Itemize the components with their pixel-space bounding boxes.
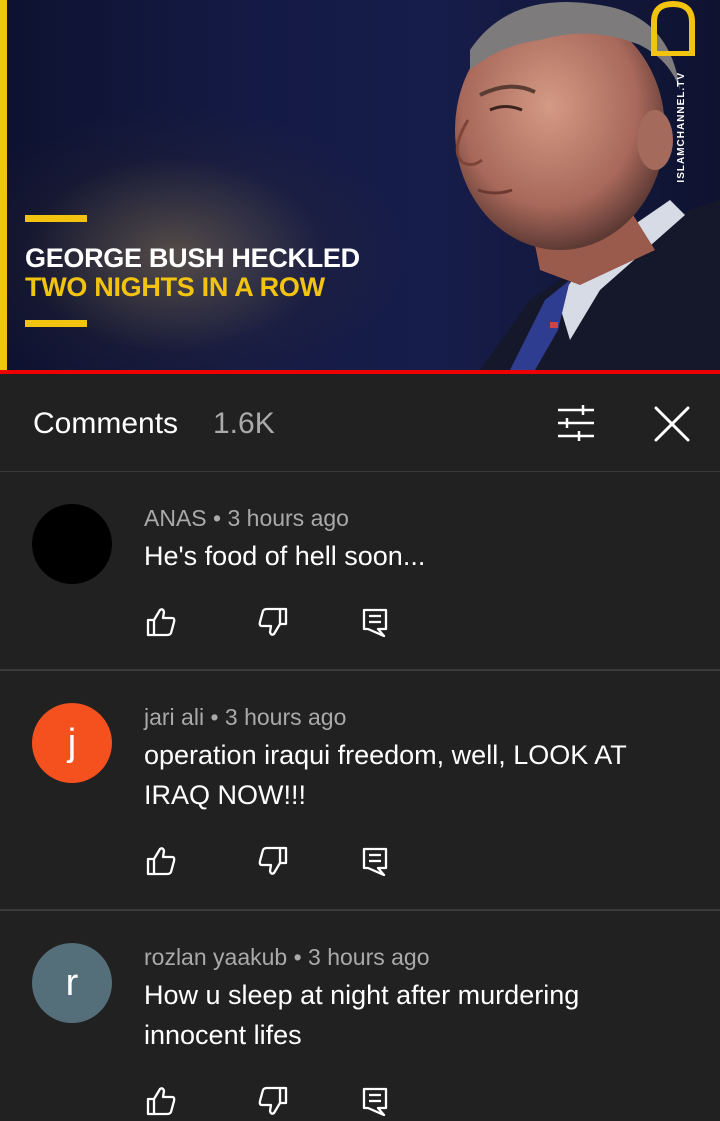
reply-icon[interactable] (358, 605, 392, 639)
comments-title: Comments (33, 407, 179, 440)
thumbs-up-icon[interactable] (144, 605, 178, 639)
comment-text: How u sleep at night after murdering inn… (144, 980, 580, 1050)
thumbs-up-icon[interactable] (144, 844, 178, 878)
video-headline: GEORGE BUSH HECKLED TWO NIGHTS IN A ROW (25, 244, 360, 302)
avatar-letter: j (67, 721, 77, 764)
close-icon[interactable] (652, 404, 692, 444)
channel-logo-icon (651, 0, 695, 56)
thumbs-down-icon[interactable] (256, 605, 290, 639)
avatar[interactable]: j (32, 703, 112, 783)
avatar-letter: r (65, 961, 79, 1004)
headline-bar-top (25, 215, 87, 222)
comment-text: operation iraqui freedom, well, LOOK AT … (144, 740, 627, 810)
headline-line-2: TWO NIGHTS IN A ROW (25, 272, 325, 302)
comment-item: ANAS • 3 hours ago He's food of hell soo… (0, 472, 720, 670)
comment-item: r rozlan yaakub • 3 hours ago How u slee… (0, 911, 720, 1121)
accent-stripe (0, 0, 7, 370)
channel-watermark: ISLAMCHANNEL.TV (676, 72, 687, 183)
reply-icon[interactable] (358, 844, 392, 878)
comment-meta: rozlan yaakub • 3 hours ago (144, 944, 430, 970)
video-player[interactable]: ISLAMCHANNEL.TV GEORGE BUSH HECKLED TWO … (0, 0, 720, 370)
comment-text: He's food of hell soon... (144, 541, 426, 571)
comment-actions (144, 1084, 404, 1118)
headline-bar-bottom (25, 320, 87, 327)
sort-sliders-icon[interactable] (555, 404, 597, 442)
comment-actions (144, 605, 404, 639)
reply-icon[interactable] (358, 1084, 392, 1118)
comment-meta: jari ali • 3 hours ago (144, 704, 347, 730)
comment-actions (144, 844, 404, 878)
comments-count: 1.6K (213, 407, 275, 440)
avatar[interactable]: r (32, 943, 112, 1023)
comment-item: j jari ali • 3 hours ago operation iraqu… (0, 671, 720, 909)
comments-header: Comments 1.6K (0, 374, 720, 472)
headline-line-1: GEORGE BUSH HECKLED (25, 243, 360, 273)
thumbs-down-icon[interactable] (256, 844, 290, 878)
thumbs-down-icon[interactable] (256, 1084, 290, 1118)
comment-meta: ANAS • 3 hours ago (144, 505, 349, 531)
avatar[interactable] (32, 504, 112, 584)
thumbs-up-icon[interactable] (144, 1084, 178, 1118)
